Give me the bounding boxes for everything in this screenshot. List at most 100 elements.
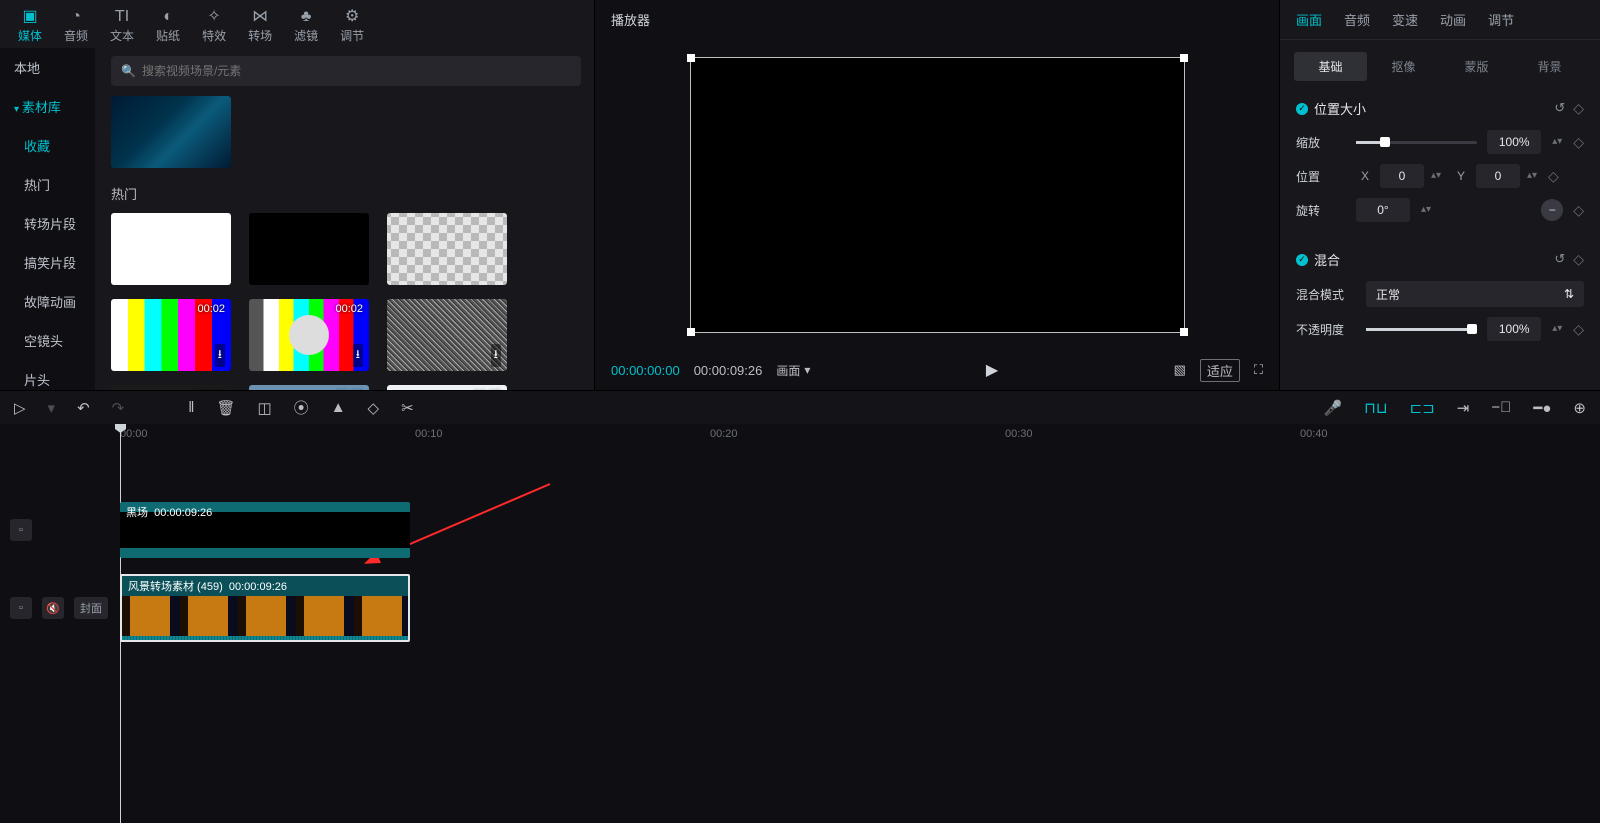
track-mute-icon[interactable]: 🔇 — [42, 597, 64, 619]
check-icon[interactable]: ✓ — [1296, 103, 1308, 115]
subtab-mask[interactable]: 蒙版 — [1440, 52, 1513, 81]
nav-text[interactable]: TI文本 — [110, 9, 134, 44]
compare-icon[interactable]: ▧ — [1174, 362, 1186, 378]
magnet-sub-icon[interactable]: ⊏⊐ — [1410, 399, 1435, 417]
keyframe-icon[interactable]: ◇ — [1573, 251, 1584, 268]
track-overlay[interactable]: ▫ 黑场 00:00:09:26 — [120, 496, 1600, 564]
download-icon[interactable]: ⭳ — [491, 344, 501, 367]
keyframe-icon[interactable]: ◇ — [1573, 202, 1584, 219]
timeline[interactable]: 00:00 00:10 00:20 00:30 00:40 ▫ 黑场 00:00… — [0, 424, 1600, 823]
zoom-out-icon[interactable]: −⃝ — [1491, 399, 1511, 416]
ratio-dropdown[interactable]: 画面▾ — [776, 362, 810, 379]
sidebar-library[interactable]: 素材库 — [0, 87, 95, 126]
nav-effect[interactable]: ✧特效 — [202, 9, 226, 44]
magnet-main-icon[interactable]: ⊓⊔ — [1364, 399, 1387, 417]
rotate-button[interactable]: ◇ — [368, 399, 380, 417]
thumb-white[interactable] — [111, 213, 231, 285]
cover-button[interactable]: 封面 — [74, 597, 108, 619]
undo-button[interactable]: ↶ — [77, 399, 90, 417]
sidebar-fav[interactable]: 收藏 — [0, 126, 95, 165]
rotate-value[interactable]: 0° — [1356, 198, 1410, 222]
tab-speed[interactable]: 变速 — [1392, 10, 1418, 29]
thumb-wave[interactable] — [111, 96, 231, 168]
keyframe-icon[interactable]: ◇ — [1573, 321, 1584, 338]
nav-sticker[interactable]: ◐贴纸 — [156, 9, 180, 44]
scale-slider[interactable] — [1356, 141, 1477, 144]
track-main[interactable]: ▫ 🔇 封面 风景转场素材 (459) 00:00:09:26 — [120, 574, 1600, 642]
keyframe-icon[interactable]: ◇ — [1573, 100, 1584, 117]
handle-tr[interactable] — [1180, 54, 1188, 62]
fullscreen-icon[interactable]: ⛶ — [1254, 362, 1263, 378]
keyframe-icon[interactable]: ◇ — [1548, 168, 1559, 185]
tab-adjust[interactable]: 调节 — [1488, 10, 1514, 29]
search-box[interactable]: 🔍 — [111, 56, 581, 86]
pos-x-value[interactable]: 0 — [1380, 164, 1424, 188]
thumb-clip3[interactable]: 00:05 — [387, 385, 507, 390]
tab-audio[interactable]: 音频 — [1344, 10, 1370, 29]
delete-button[interactable]: 🗑 — [216, 399, 235, 417]
player-stage[interactable] — [595, 39, 1279, 350]
thumb-transparent[interactable] — [387, 213, 507, 285]
preview-canvas[interactable] — [690, 57, 1185, 333]
record-button[interactable]: ⦿ — [294, 397, 309, 418]
split-button[interactable]: ‖ — [188, 399, 194, 416]
fit-button[interactable]: 适应 — [1200, 359, 1240, 382]
cursor-tool[interactable]: ▷ — [14, 399, 26, 417]
nav-audio[interactable]: ◔音频 — [64, 9, 88, 44]
check-icon[interactable]: ✓ — [1296, 254, 1308, 266]
timeline-ruler[interactable]: 00:00 00:10 00:20 00:30 00:40 — [120, 424, 1600, 446]
opacity-value[interactable]: 100% — [1487, 317, 1541, 341]
download-icon[interactable]: ⭳ — [353, 344, 363, 367]
handle-bl[interactable] — [687, 328, 695, 336]
nav-media[interactable]: ▣媒体 — [18, 9, 42, 44]
thumb-colorbars[interactable]: 00:02⭳ — [111, 299, 231, 371]
thumb-clip2[interactable]: 00:06 — [249, 385, 369, 390]
flip-icon[interactable]: − — [1541, 199, 1563, 221]
track-toggle-icon[interactable]: ▫ — [10, 519, 32, 541]
zoom-fit-icon[interactable]: ⊕ — [1573, 399, 1586, 417]
scale-stepper[interactable]: ▴▾ — [1551, 139, 1563, 145]
opacity-slider[interactable] — [1366, 328, 1477, 331]
tab-anim[interactable]: 动画 — [1440, 10, 1466, 29]
sidebar-funny[interactable]: 搞笑片段 — [0, 243, 95, 282]
sidebar-glitch[interactable]: 故障动画 — [0, 282, 95, 321]
thumb-clip1[interactable]: 00:02 — [111, 385, 231, 390]
download-icon[interactable]: ⭳ — [215, 344, 225, 367]
keyframe-icon[interactable]: ◇ — [1573, 134, 1584, 151]
sidebar-hot[interactable]: 热门 — [0, 165, 95, 204]
crop-button[interactable]: ◫ — [257, 399, 271, 417]
zoom-slider[interactable]: ━● — [1533, 399, 1551, 417]
redo-button[interactable]: ↷ — [112, 399, 125, 417]
search-input[interactable] — [142, 64, 571, 78]
sidebar-local[interactable]: 本地 — [0, 48, 95, 87]
track-toggle-icon[interactable]: ▫ — [10, 597, 32, 619]
mirror-button[interactable]: ▲ — [331, 399, 346, 416]
scale-value[interactable]: 100% — [1487, 130, 1541, 154]
opacity-stepper[interactable]: ▴▾ — [1551, 326, 1563, 332]
pos-y-value[interactable]: 0 — [1476, 164, 1520, 188]
nav-adjust[interactable]: ⚙调节 — [340, 9, 364, 44]
handle-tl[interactable] — [687, 54, 695, 62]
link-icon[interactable]: ⇥ — [1457, 399, 1470, 417]
sidebar-empty[interactable]: 空镜头 — [0, 321, 95, 360]
crop2-button[interactable]: ✂ — [401, 399, 414, 417]
sidebar-transition-clip[interactable]: 转场片段 — [0, 204, 95, 243]
nav-filter[interactable]: ♣滤镜 — [294, 9, 318, 44]
nav-transition[interactable]: ⋈转场 — [248, 9, 272, 44]
play-button[interactable]: ▶ — [986, 360, 998, 380]
clip-scenery[interactable]: 风景转场素材 (459) 00:00:09:26 — [120, 574, 410, 642]
handle-br[interactable] — [1180, 328, 1188, 336]
mic-icon[interactable]: 🎤 — [1323, 399, 1342, 417]
subtab-basic[interactable]: 基础 — [1294, 52, 1367, 81]
pos-y-stepper[interactable]: ▴▾ — [1526, 173, 1538, 179]
thumb-static[interactable]: ⭳ — [387, 299, 507, 371]
thumb-black[interactable] — [249, 213, 369, 285]
thumb-testcard[interactable]: 00:02⭳ — [249, 299, 369, 371]
tab-picture[interactable]: 画面 — [1296, 10, 1322, 29]
subtab-cutout[interactable]: 抠像 — [1367, 52, 1440, 81]
cursor-dropdown[interactable]: ▾ — [48, 399, 56, 417]
pos-x-stepper[interactable]: ▴▾ — [1430, 173, 1442, 179]
reset-icon[interactable]: ↺ — [1554, 100, 1565, 117]
reset-icon[interactable]: ↺ — [1554, 251, 1565, 268]
blend-mode-select[interactable]: 正常⇅ — [1366, 281, 1584, 307]
